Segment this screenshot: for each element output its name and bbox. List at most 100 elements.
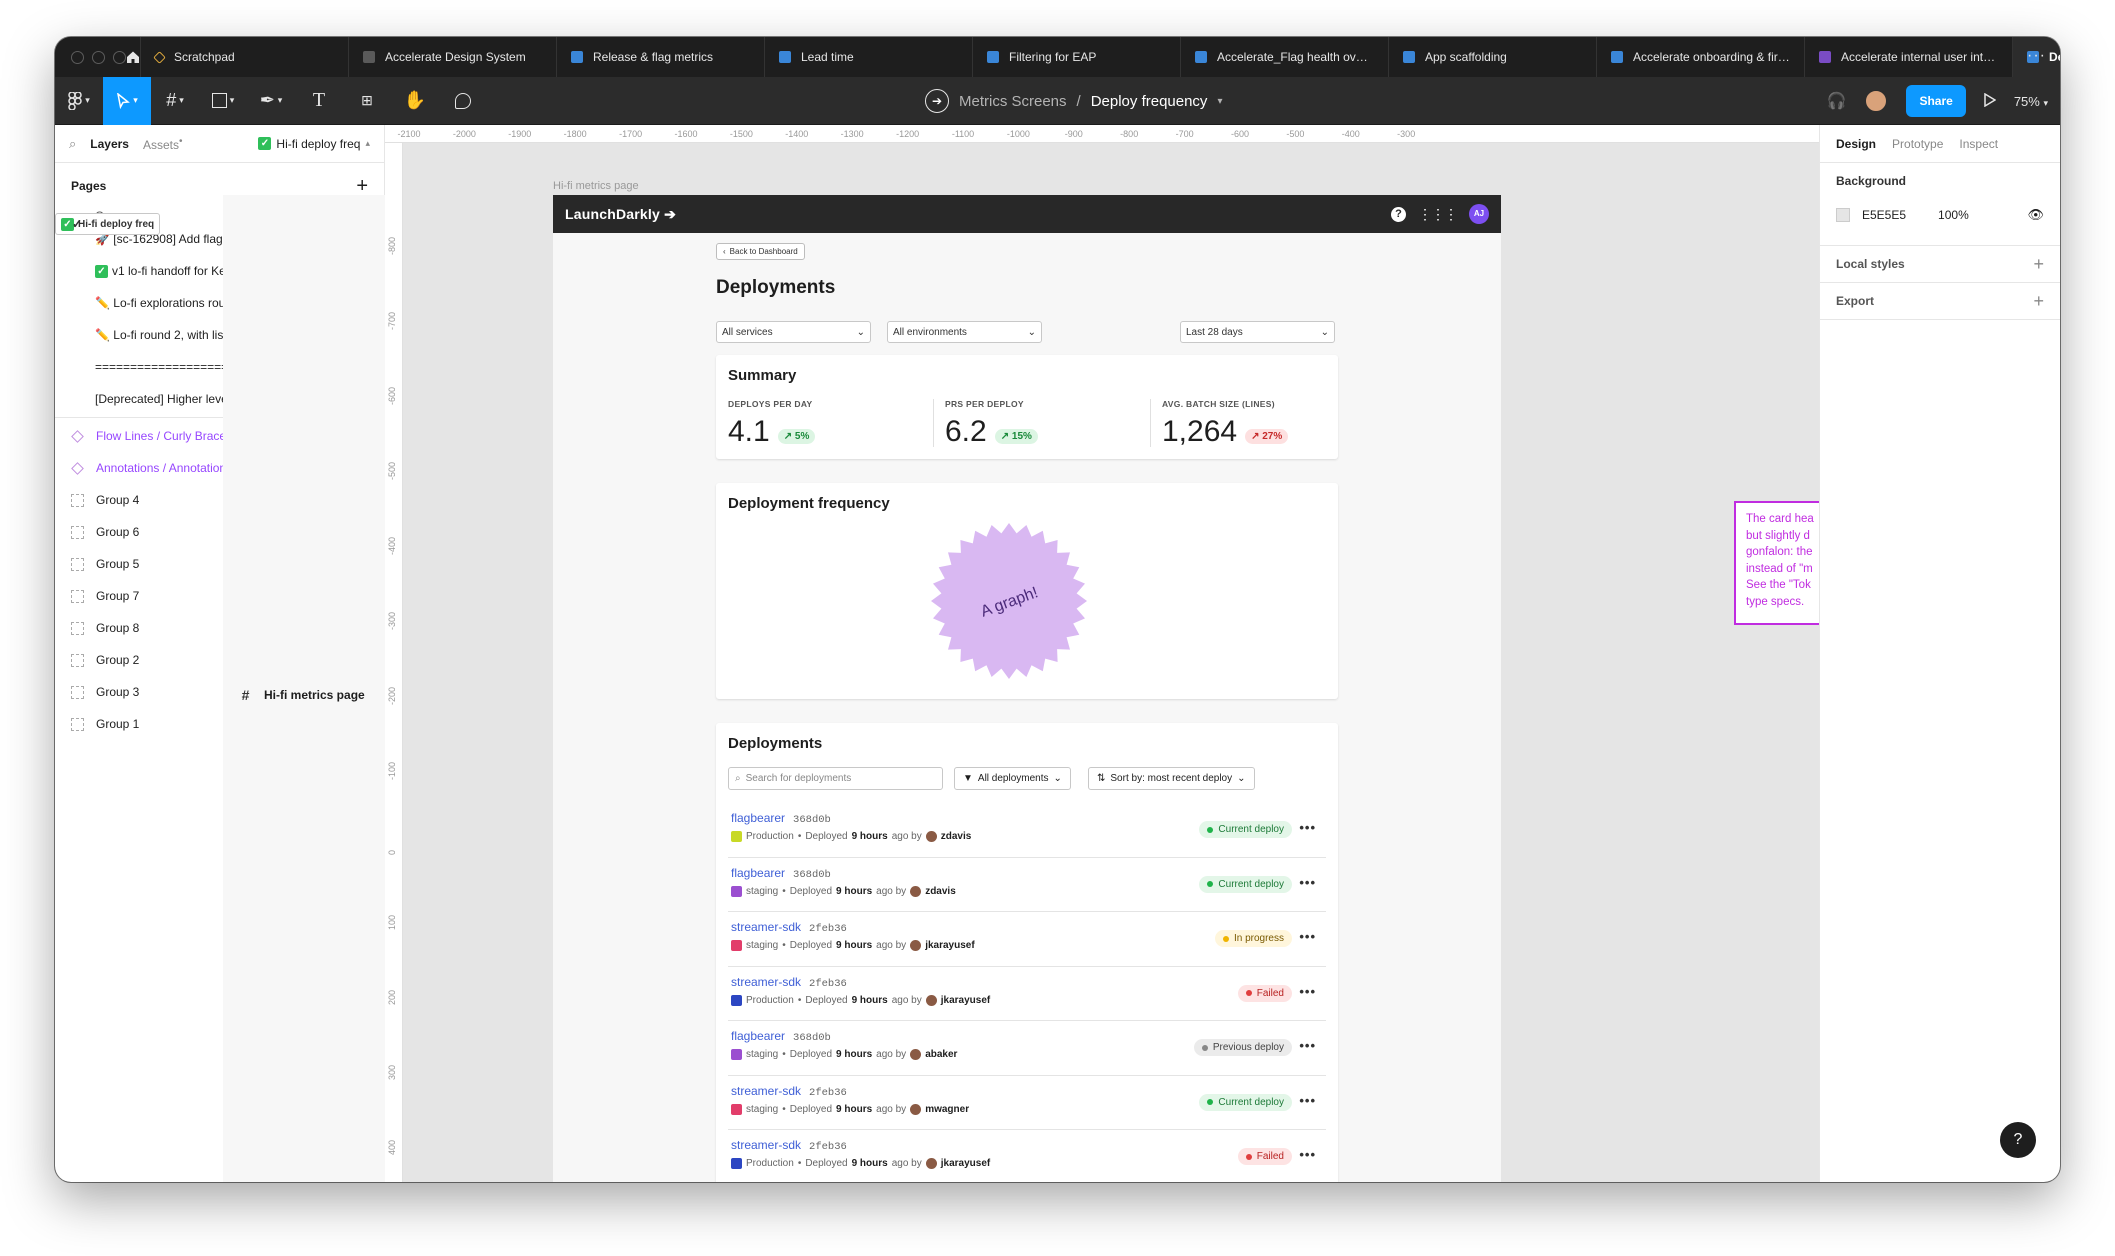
sort-button[interactable]: ⇅ Sort by: most recent deploy ⌄ xyxy=(1088,767,1255,790)
audio-headphones-icon[interactable]: 🎧 xyxy=(1827,91,1847,111)
add-export-icon[interactable]: + xyxy=(2033,291,2044,312)
resources-button[interactable]: ⊞ xyxy=(343,77,391,125)
app-link[interactable]: flagbearer xyxy=(731,811,785,825)
ruler-tick-label: -2100 xyxy=(397,129,421,139)
app-link[interactable]: streamer-sdk xyxy=(731,975,801,989)
home-icon[interactable] xyxy=(126,37,140,77)
row-menu-icon[interactable]: ••• xyxy=(1299,929,1316,944)
back-to-dashboard-button[interactable]: ‹ Back to Dashboard xyxy=(716,243,805,260)
username: zdavis xyxy=(940,831,972,842)
deploy-time: 9 hours xyxy=(836,885,873,897)
row-menu-icon[interactable]: ••• xyxy=(1299,820,1316,835)
deployment-row[interactable]: flagbearer 368d0b staging • Deployed 9 hours… xyxy=(728,858,1326,912)
group-icon xyxy=(71,717,84,731)
services-select[interactable]: All services ⌄ xyxy=(716,321,871,343)
tab-0[interactable]: Scratchpad xyxy=(140,37,348,77)
app-grid-icon[interactable]: ⋮⋮⋮ xyxy=(1418,206,1458,223)
annotation-note[interactable]: The card hea but slightly d gonfalon: the i… xyxy=(1734,501,1819,625)
user-avatar xyxy=(910,940,922,951)
tab-assets[interactable]: Assets• xyxy=(143,136,183,152)
date-range-select[interactable]: Last 28 days ⌄ xyxy=(1180,321,1335,343)
date-range-value: Last 28 days xyxy=(1186,326,1243,338)
deployment-row[interactable]: streamer-sdk 2feb36 Production • Deployed 9 … xyxy=(728,967,1326,1021)
status-dot xyxy=(1207,881,1214,887)
more-options-icon[interactable]: ··· xyxy=(2027,47,2046,65)
comment-tool-button[interactable] xyxy=(439,77,487,125)
background-opacity[interactable]: 100% xyxy=(1938,208,1969,222)
file-name[interactable]: Deploy frequency xyxy=(1091,93,1208,110)
text-icon: T xyxy=(312,89,326,111)
search-icon[interactable]: ⌕ xyxy=(69,136,76,152)
deployments-filter-button[interactable]: ▼ All deployments ⌄ xyxy=(954,767,1071,790)
chevron-down-icon: ⌄ xyxy=(1027,326,1036,338)
help-icon[interactable]: ? xyxy=(1391,206,1406,222)
tab-design[interactable]: Design xyxy=(1836,137,1876,151)
app-link[interactable]: streamer-sdk xyxy=(731,1138,801,1152)
tab-3[interactable]: Lead time xyxy=(764,37,972,77)
app-link[interactable]: streamer-sdk xyxy=(731,920,801,934)
deployment-row[interactable]: flagbearer 368d0b Production • Deployed 9 ho… xyxy=(728,803,1326,858)
eye-visibility-icon[interactable]: 👁 xyxy=(2027,207,2044,223)
tab-8[interactable]: Accelerate internal user interv… xyxy=(1804,37,2012,77)
row-menu-icon[interactable]: ••• xyxy=(1299,1093,1316,1108)
frame-tool-button[interactable]: # ▾ xyxy=(151,77,199,125)
username: zdavis xyxy=(925,885,956,897)
share-button[interactable]: Share xyxy=(1906,85,1966,117)
tab-7[interactable]: Accelerate onboarding & first … xyxy=(1596,37,1804,77)
environments-select[interactable]: All environments ⌄ xyxy=(887,321,1042,343)
row-menu-icon[interactable]: ••• xyxy=(1299,1147,1316,1162)
pen-tool-button[interactable]: ✒ ▾ xyxy=(247,77,295,125)
hi-fi-metrics-frame[interactable]: LaunchDarkly ➔ ? ⋮⋮⋮ AJ ‹ Back to Dashboa… xyxy=(553,195,1501,1182)
row-menu-icon[interactable]: ••• xyxy=(1299,875,1316,890)
file-tabs: Scratchpad Accelerate Design System Releas… xyxy=(140,37,2060,77)
move-tool-button[interactable]: ▾ xyxy=(103,76,151,125)
annotation-line: instead of "m xyxy=(1746,562,1813,575)
tab-layers[interactable]: Layers xyxy=(90,137,129,151)
bullet-separator: • xyxy=(782,1049,786,1060)
deployment-row[interactable]: flagbearer 368d0b staging • Deployed 9 hours… xyxy=(728,1021,1326,1076)
deployment-name: streamer-sdk 2feb36 xyxy=(731,920,847,935)
avatar[interactable]: AJ xyxy=(1469,204,1489,224)
text-tool-button[interactable]: T xyxy=(295,77,343,125)
tab-4[interactable]: Filtering for EAP xyxy=(972,37,1180,77)
app-link[interactable]: flagbearer xyxy=(731,1029,785,1043)
page-item[interactable]: ✓ ✓ Hi-fi deploy freq xyxy=(55,213,161,235)
hand-tool-button[interactable]: ✋ xyxy=(391,77,439,125)
avatar[interactable] xyxy=(1864,89,1889,113)
canvas[interactable]: -2100 -2000 -1900 -1800 -1700 -1600 -1500 -1400… xyxy=(385,125,1819,1182)
deployment-row[interactable]: streamer-sdk 2feb36 Production • Deployed 9 … xyxy=(728,1130,1326,1182)
tab-6[interactable]: App scaffolding xyxy=(1388,37,1596,77)
services-value: All services xyxy=(722,326,773,338)
background-swatch[interactable] xyxy=(1836,208,1850,222)
row-menu-icon[interactable]: ••• xyxy=(1299,984,1316,999)
main-menu-button[interactable]: ▾ xyxy=(55,77,103,125)
tab-prototype[interactable]: Prototype xyxy=(1892,137,1943,151)
search-input[interactable]: ⌕ Search for deployments xyxy=(728,767,943,790)
app-link[interactable]: flagbearer xyxy=(731,866,785,880)
project-name[interactable]: Metrics Screens xyxy=(959,93,1067,110)
deployment-name: streamer-sdk 2feb36 xyxy=(731,975,847,990)
tab-inspect[interactable]: Inspect xyxy=(1959,137,1998,151)
shape-tool-button[interactable]: ▾ xyxy=(199,77,247,125)
background-hex[interactable]: E5E5E5 xyxy=(1862,208,1906,222)
background-fill-row[interactable]: E5E5E5 100% 👁 xyxy=(1836,199,2044,231)
present-play-icon[interactable] xyxy=(1984,92,1997,110)
page-switcher[interactable]: ✓ Hi-fi deploy freq ▴ xyxy=(258,137,370,151)
frame-label[interactable]: Hi-fi metrics page xyxy=(553,180,639,192)
tab-2[interactable]: Release & flag metrics xyxy=(556,37,764,77)
help-button[interactable]: ? xyxy=(2000,1122,2036,1158)
add-style-icon[interactable]: + xyxy=(2033,254,2044,275)
zoom-level[interactable]: 75% ▾ xyxy=(2014,94,2048,109)
tab-5[interactable]: Accelerate_Flag health overvi… xyxy=(1180,37,1388,77)
chevron-down-icon[interactable]: ▾ xyxy=(1217,96,1222,107)
minimize-window-icon[interactable] xyxy=(92,50,105,64)
deployment-row[interactable]: streamer-sdk 2feb36 staging • Deployed 9 hou… xyxy=(728,912,1326,967)
tab-1[interactable]: Accelerate Design System xyxy=(348,37,556,77)
row-menu-icon[interactable]: ••• xyxy=(1299,1038,1316,1053)
user-avatar xyxy=(925,831,937,842)
zoom-window-icon[interactable] xyxy=(113,50,126,64)
filter-label: All deployments xyxy=(977,773,1049,784)
deployment-row[interactable]: streamer-sdk 2feb36 staging • Deployed 9 hou… xyxy=(728,1076,1326,1130)
app-link[interactable]: streamer-sdk xyxy=(731,1084,801,1098)
close-window-icon[interactable] xyxy=(71,50,84,64)
